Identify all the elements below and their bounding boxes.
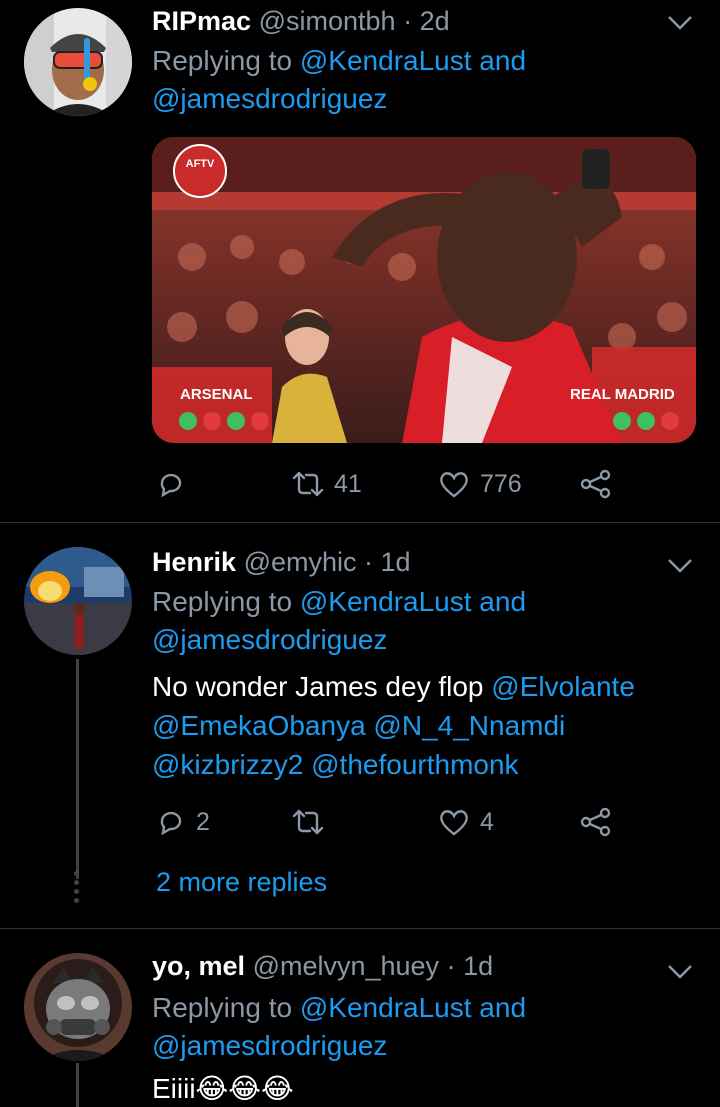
tweet-header: yo, mel @melvyn_huey · 1d <box>152 949 493 983</box>
mention-link[interactable]: @Elvolante <box>491 671 635 702</box>
mention-link[interactable]: @jamesdrodriguez <box>152 1030 387 1061</box>
tweet-actions: 41 776 <box>152 464 632 504</box>
heart-icon <box>440 810 468 836</box>
reply-icon <box>160 473 182 498</box>
replying-prefix: Replying to <box>152 992 293 1023</box>
timestamp[interactable]: 1d <box>381 547 411 577</box>
tweet-3[interactable]: yo, mel @melvyn_huey · 1d Replying to @K… <box>0 929 720 1107</box>
tweet-actions: 2 4 <box>152 802 632 842</box>
replying-prefix: Replying to <box>152 45 293 76</box>
reply-button[interactable]: 2 <box>156 802 210 842</box>
user-handle[interactable]: @emyhic <box>244 547 357 577</box>
user-handle[interactable]: @simontbh <box>259 6 396 36</box>
mention-link[interactable]: @kizbrizzy2 <box>152 749 303 780</box>
team-label-left: ARSENAL <box>180 386 253 403</box>
replying-to: Replying to @KendraLust and @jamesdrodri… <box>152 42 692 118</box>
reply-count: 2 <box>196 807 210 836</box>
and-text: and <box>479 45 527 76</box>
thread-dots <box>74 871 80 907</box>
avatar[interactable] <box>24 953 132 1061</box>
thread-line <box>76 1063 79 1107</box>
display-name[interactable]: Henrik <box>152 547 236 577</box>
retweet-button[interactable] <box>292 802 334 842</box>
mention-link[interactable]: @N_4_Nnamdi <box>373 710 565 741</box>
replying-to: Replying to @KendraLust and @jamesdrodri… <box>152 989 692 1065</box>
chevron-down-icon[interactable] <box>666 557 694 575</box>
retweet-count: 41 <box>334 469 362 498</box>
mention-link[interactable]: @EmekaObanya <box>152 710 366 741</box>
replying-prefix: Replying to <box>152 586 293 617</box>
and-text: and <box>479 992 527 1023</box>
mention-link[interactable]: @thefourthmonk <box>311 749 518 780</box>
display-name[interactable]: RIPmac <box>152 6 251 36</box>
reply-button[interactable] <box>156 464 196 504</box>
mention-link[interactable]: @KendraLust <box>300 992 472 1023</box>
mention-link[interactable]: @KendraLust <box>300 45 472 76</box>
heart-icon <box>440 472 468 498</box>
retweet-icon <box>292 809 324 835</box>
share-button[interactable] <box>580 464 612 504</box>
tweet-text: No wonder James dey flop @Elvolante @Eme… <box>152 667 692 784</box>
like-button[interactable]: 776 <box>438 464 522 504</box>
replying-to: Replying to @KendraLust and @jamesdrodri… <box>152 583 692 659</box>
like-button[interactable]: 4 <box>438 802 494 842</box>
separator-dot: · <box>364 547 374 577</box>
thread-line <box>76 659 79 879</box>
timestamp[interactable]: 1d <box>463 951 493 981</box>
tweet-text-plain: No wonder James dey flop <box>152 671 484 702</box>
score-indicator-right <box>613 412 679 430</box>
chevron-down-icon[interactable] <box>666 963 694 981</box>
reply-icon <box>160 811 182 836</box>
tweet-media-image[interactable]: AFTV ARSENAL REAL MADRID <box>152 137 696 443</box>
mention-link[interactable]: @jamesdrodriguez <box>152 83 387 114</box>
retweet-button[interactable]: 41 <box>292 464 362 504</box>
user-handle[interactable]: @melvyn_huey <box>253 951 440 981</box>
channel-badge: AFTV <box>186 158 215 170</box>
share-icon <box>580 807 611 837</box>
tweet-2[interactable]: Henrik @emyhic · 1d Replying to @KendraL… <box>0 523 720 928</box>
share-button[interactable] <box>580 802 612 842</box>
tweet-1[interactable]: RIPmac @simontbh · 2d Replying to @Kendr… <box>0 0 720 522</box>
share-icon <box>580 469 611 499</box>
timestamp[interactable]: 2d <box>420 6 450 36</box>
tweet-text: Eiiii😂😂😂 <box>152 1073 294 1104</box>
like-count: 776 <box>480 469 522 498</box>
tweet-header: Henrik @emyhic · 1d <box>152 545 411 579</box>
mention-link[interactable]: @KendraLust <box>300 586 472 617</box>
like-count: 4 <box>480 807 494 836</box>
more-replies-link[interactable]: 2 more replies <box>156 867 327 898</box>
and-text: and <box>479 586 527 617</box>
chevron-down-icon[interactable] <box>666 14 694 32</box>
separator-dot: · <box>446 951 456 981</box>
separator-dot: · <box>403 6 413 36</box>
team-label-right: REAL MADRID <box>570 386 675 403</box>
mention-link[interactable]: @jamesdrodriguez <box>152 624 387 655</box>
retweet-icon <box>292 471 324 497</box>
tweet-header: RIPmac @simontbh · 2d <box>152 4 450 38</box>
avatar[interactable] <box>24 8 132 116</box>
display-name[interactable]: yo, mel <box>152 951 245 981</box>
avatar[interactable] <box>24 547 132 655</box>
